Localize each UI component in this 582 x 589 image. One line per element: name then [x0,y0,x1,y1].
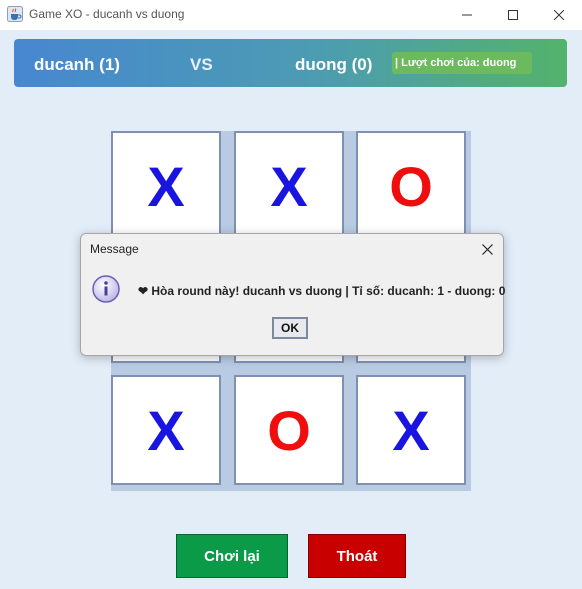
turn-indicator: | Lượt chơi của: duong [392,52,532,74]
info-icon [92,275,120,303]
minimize-icon [462,14,472,16]
player2-score: duong (0) [295,55,373,74]
board-cell-3[interactable]: O [356,131,466,241]
maximize-button[interactable] [490,0,536,30]
replay-button[interactable]: Chơi lại [176,534,288,578]
player1-score: ducanh (1) [34,55,120,74]
dialog-close-button[interactable] [477,239,497,259]
board-cell-8[interactable]: O [234,375,344,485]
ok-button[interactable]: OK [272,317,308,339]
versus-label: VS [190,55,213,74]
board-cell-7[interactable]: X [111,375,221,485]
board-cell-9[interactable]: X [356,375,466,485]
dialog-title: Message [90,242,139,256]
board-cell-2[interactable]: X [234,131,344,241]
message-dialog: Message ❤ Hòa round này! ducanh vs duong… [80,233,506,356]
close-icon [481,243,493,255]
close-window-button[interactable] [536,0,582,30]
title-bar: Game XO - ducanh vs duong [0,0,582,30]
java-cup-icon [7,6,23,22]
board-cell-1[interactable]: X [111,131,221,241]
minimize-button[interactable] [444,0,490,30]
window-title: Game XO - ducanh vs duong [29,7,185,21]
dialog-message: ❤ Hòa round này! ducanh vs duong | Tỉ số… [138,284,506,298]
close-icon [554,10,564,20]
exit-button[interactable]: Thoát [308,534,406,578]
maximize-icon [508,10,518,20]
